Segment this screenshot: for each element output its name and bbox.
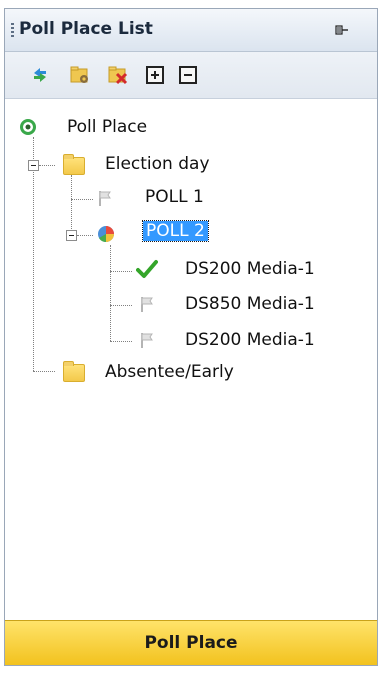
folder-delete-icon bbox=[108, 66, 128, 85]
tree-node-poll-1[interactable]: POLL 1 bbox=[145, 187, 204, 207]
pin-icon[interactable] bbox=[335, 24, 349, 36]
tree-line bbox=[110, 245, 111, 341]
folder-delete-button[interactable] bbox=[105, 62, 131, 88]
minus-box-icon bbox=[179, 66, 197, 84]
target-icon bbox=[20, 119, 36, 135]
collapse-toggle[interactable] bbox=[66, 230, 77, 241]
folder-icon bbox=[63, 154, 85, 175]
tree-line bbox=[110, 341, 132, 342]
tree-node-poll-place[interactable]: Poll Place bbox=[67, 117, 147, 137]
tree-line bbox=[77, 235, 93, 236]
refresh-button[interactable] bbox=[27, 62, 53, 88]
tree-line bbox=[71, 199, 93, 200]
pie-chart-icon bbox=[98, 226, 114, 243]
expand-all-button[interactable] bbox=[142, 62, 168, 88]
tree-line bbox=[33, 371, 55, 372]
footer-label: Poll Place bbox=[144, 633, 238, 653]
tree-line bbox=[33, 137, 34, 371]
tree-node-media-2[interactable]: DS850 Media-1 bbox=[185, 294, 315, 314]
poll-place-tree: Poll Place Election day POLL 1 POLL 2 DS… bbox=[5, 99, 377, 629]
flag-icon bbox=[141, 333, 153, 348]
refresh-icon bbox=[34, 68, 46, 82]
poll-place-tab[interactable]: Poll Place bbox=[5, 620, 377, 665]
panel-title: Poll Place List bbox=[19, 19, 153, 39]
poll-place-panel: Poll Place List Poll Place Election day … bbox=[4, 8, 378, 666]
panel-titlebar: Poll Place List bbox=[5, 9, 377, 52]
collapse-all-button[interactable] bbox=[175, 62, 201, 88]
plus-box-icon bbox=[146, 66, 164, 84]
collapse-toggle[interactable] bbox=[28, 160, 39, 171]
tree-node-media-1[interactable]: DS200 Media-1 bbox=[185, 259, 315, 279]
folder-tools-button[interactable] bbox=[67, 62, 93, 88]
tree-node-poll-2[interactable]: POLL 2 bbox=[142, 220, 209, 242]
flag-icon bbox=[141, 297, 153, 312]
tree-node-election-day[interactable]: Election day bbox=[105, 154, 210, 174]
toolbar bbox=[5, 52, 377, 99]
folder-gear-icon bbox=[70, 66, 88, 83]
tree-line bbox=[110, 271, 132, 272]
tree-node-absentee-early[interactable]: Absentee/Early bbox=[105, 362, 234, 382]
tree-line bbox=[110, 305, 132, 306]
tree-node-media-3[interactable]: DS200 Media-1 bbox=[185, 330, 315, 350]
flag-icon bbox=[99, 191, 111, 206]
tree-line bbox=[39, 165, 55, 166]
check-icon bbox=[136, 260, 158, 278]
folder-icon bbox=[63, 361, 85, 382]
drag-grip[interactable] bbox=[11, 23, 14, 39]
